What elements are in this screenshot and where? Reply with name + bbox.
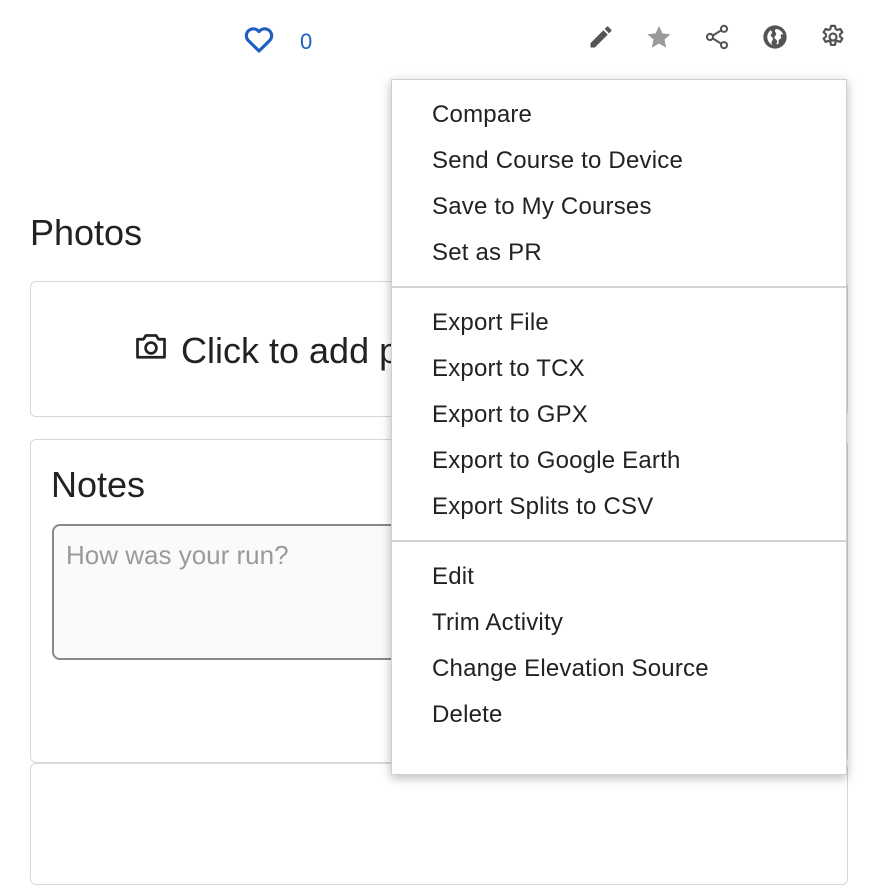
gear-icon (819, 23, 847, 56)
menu-item-set-as-pr[interactable]: Set as PR (392, 230, 846, 276)
visibility-button[interactable] (759, 23, 791, 55)
menu-item-edit[interactable]: Edit (392, 554, 846, 600)
globe-icon (761, 23, 789, 56)
bottom-card (30, 763, 848, 885)
edit-button[interactable] (585, 23, 617, 55)
activity-toolbar: 0 (0, 0, 884, 80)
star-icon (645, 23, 673, 56)
like-button[interactable]: 0 (242, 22, 312, 61)
add-photo-label: Click to add p (181, 329, 400, 371)
notes-title: Notes (51, 464, 146, 505)
settings-button[interactable] (817, 23, 849, 55)
camera-icon (133, 328, 169, 373)
pencil-icon (587, 23, 615, 56)
favorite-button[interactable] (643, 23, 675, 55)
share-icon (703, 23, 731, 56)
add-photo-button[interactable]: Click to add p (133, 328, 399, 373)
menu-item-change-elevation-source[interactable]: Change Elevation Source (392, 646, 846, 692)
menu-group-course: Compare Send Course to Device Save to My… (392, 80, 846, 286)
menu-item-export-tcx[interactable]: Export to TCX (392, 346, 846, 392)
menu-item-export-google-earth[interactable]: Export to Google Earth (392, 438, 846, 484)
like-count: 0 (300, 28, 313, 54)
menu-item-delete[interactable]: Delete (392, 692, 846, 738)
menu-item-trim-activity[interactable]: Trim Activity (392, 600, 846, 646)
heart-icon (242, 22, 276, 61)
menu-item-save-to-my-courses[interactable]: Save to My Courses (392, 184, 846, 230)
share-button[interactable] (701, 23, 733, 55)
menu-item-export-gpx[interactable]: Export to GPX (392, 392, 846, 438)
menu-item-send-course-to-device[interactable]: Send Course to Device (392, 138, 846, 184)
menu-group-activity: Edit Trim Activity Change Elevation Sour… (392, 540, 846, 748)
photos-title: Photos (30, 212, 143, 253)
menu-item-export-file[interactable]: Export File (392, 300, 846, 346)
menu-item-export-splits-csv[interactable]: Export Splits to CSV (392, 484, 846, 530)
settings-dropdown-menu: Compare Send Course to Device Save to My… (391, 79, 847, 775)
menu-item-compare[interactable]: Compare (392, 92, 846, 138)
menu-group-export: Export File Export to TCX Export to GPX … (392, 286, 846, 540)
